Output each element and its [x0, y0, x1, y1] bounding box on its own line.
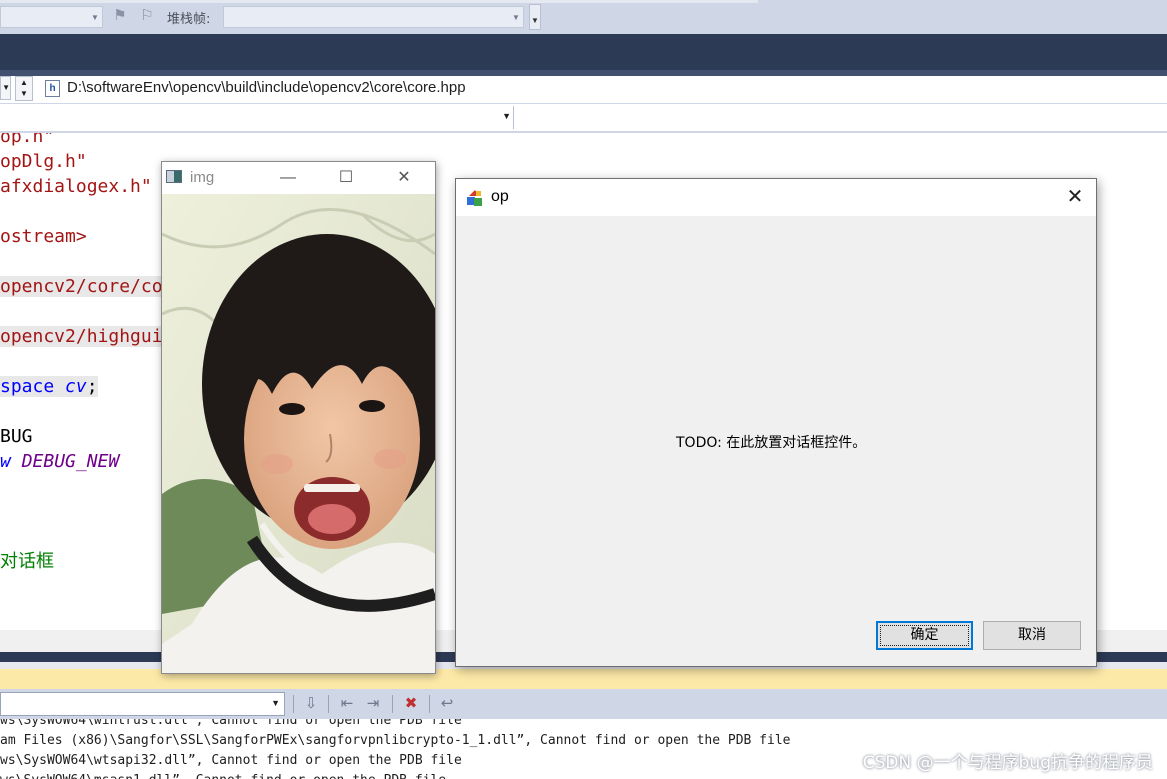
code-line: w DEBUG_NEW [0, 451, 119, 473]
code-token: DEBUG_NEW [21, 451, 120, 472]
code-token: op.h" [0, 133, 55, 147]
toolbar-top-edge [0, 0, 758, 3]
op-dialog[interactable]: op ✕ TODO: 在此放置对话框控件。 确定 取消 [455, 178, 1097, 667]
code-token: cv [65, 376, 87, 397]
op-dialog-title: op [491, 188, 509, 205]
img-window[interactable]: img — ☐ ✕ [161, 161, 436, 674]
output-toolbar: ▼ ⇩ ⇤ ⇥ ✖ ↩ [0, 689, 1167, 719]
output-source-select[interactable]: ▼ [0, 692, 285, 716]
debug-toolbar: ▼ ⚑ ⚐ 堆栈帧: ▼ ▼ [0, 0, 1167, 34]
code-line: opDlg.h" [0, 151, 87, 173]
file-path-bar: ▼ ▲ ▼ h D:\softwareEnv\opencv\build\inclu… [0, 76, 1167, 104]
chevron-down-icon: ▼ [91, 12, 99, 22]
app-icon [467, 190, 482, 206]
chevron-down-icon: ▼ [502, 111, 511, 121]
stack-frame-combo[interactable]: ▼ [223, 6, 524, 28]
find-message-icon[interactable]: ⇩ [300, 693, 322, 715]
output-line: ws\SysWOW64\wintrust.dll”, Cannot find o… [0, 719, 462, 728]
code-line: op.h" [0, 133, 54, 148]
nav-spinner[interactable]: ▲ ▼ [15, 76, 33, 101]
photo-of-smiling-child [162, 194, 435, 673]
file-path-text: D:\softwareEnv\opencv\build\include\open… [67, 79, 466, 96]
next-message-icon[interactable]: ⇥ [362, 693, 384, 715]
code-token: w [0, 451, 22, 472]
word-wrap-icon[interactable]: ↩ [436, 693, 458, 715]
cancel-button[interactable]: 取消 [983, 621, 1081, 650]
chevron-down-icon: ▼ [512, 12, 520, 22]
document-tab-well [0, 34, 1167, 70]
displayed-photo [162, 194, 435, 673]
output-line: am Files (x86)\Sangfor\SSL\SangforPWEx\s… [0, 733, 791, 748]
code-token: BUG [0, 426, 33, 447]
ok-button[interactable]: 确定 [876, 621, 973, 650]
app-icon [166, 170, 182, 183]
op-dialog-titlebar[interactable]: op ✕ [456, 179, 1096, 216]
code-line: 对话框 [0, 551, 54, 573]
minimize-icon[interactable]: — [259, 162, 317, 194]
code-token: 对话框 [0, 551, 54, 572]
output-line: ws\SysWOW64\wtsapi32.dll”, Cannot find o… [0, 753, 462, 768]
todo-placeholder-text: TODO: 在此放置对话框控件。 [676, 435, 867, 451]
toolbar-divider [328, 695, 329, 713]
code-token: ; [86, 376, 98, 397]
toolbar-divider [429, 695, 430, 713]
code-token: afxdialogex.h" [0, 176, 152, 197]
flag-toggle-icon[interactable]: ⚐ [137, 6, 157, 26]
code-token: space [0, 376, 66, 397]
chevron-down-icon: ▼ [271, 698, 280, 708]
nav-combo[interactable]: ▼ [0, 76, 11, 100]
code-token: opDlg.h" [0, 151, 87, 172]
toolbar-divider [293, 695, 294, 713]
clear-all-icon[interactable]: ✖ [400, 693, 422, 715]
toolbar-overflow-button[interactable]: ▼ [529, 4, 541, 30]
scope-combo[interactable]: ▼ [0, 106, 514, 129]
flag-icon[interactable]: ⚑ [110, 6, 130, 26]
img-window-title: img [190, 169, 215, 186]
thread-combo[interactable]: ▼ [0, 6, 103, 28]
header-file-icon: h [45, 80, 60, 97]
toolbar-divider [392, 695, 393, 713]
maximize-icon[interactable]: ☐ [317, 162, 375, 194]
output-line: ws\SysWOW64\msasn1.dll”, Cannot find or … [0, 773, 446, 779]
close-icon[interactable]: ✕ [375, 162, 433, 194]
code-line: afxdialogex.h" [0, 176, 152, 198]
code-line: ostream> [0, 226, 87, 248]
previous-message-icon[interactable]: ⇤ [336, 693, 358, 715]
member-navigation-bar: ▼ [0, 104, 1167, 133]
close-icon[interactable]: ✕ [1054, 181, 1096, 214]
stack-frame-label: 堆栈帧: [167, 12, 211, 27]
watermark: CSDN @一个与程序bug抗争的程序员 [862, 753, 1153, 773]
code-line: space cv; [0, 376, 98, 398]
code-token: ostream> [0, 226, 87, 247]
code-line: BUG [0, 426, 33, 448]
img-titlebar[interactable]: img — ☐ ✕ [162, 162, 435, 194]
